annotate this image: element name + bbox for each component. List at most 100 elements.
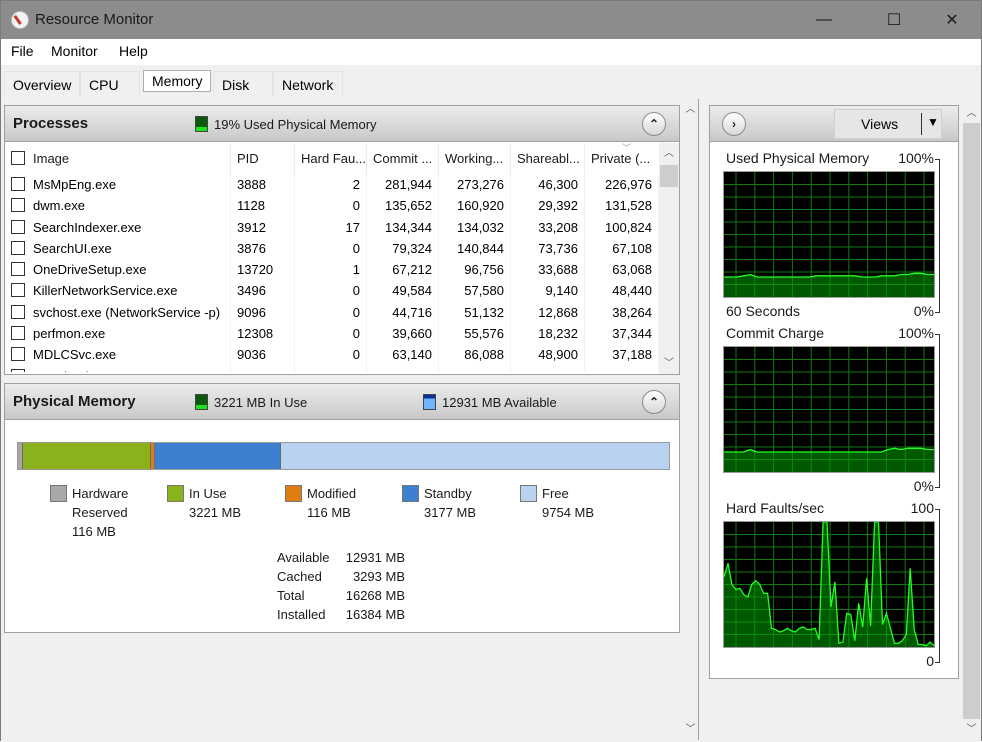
summary-label: Available xyxy=(277,548,337,567)
process-hard-faults: 0 xyxy=(295,323,367,344)
left-pane-scroll-down-icon[interactable]: ﹀ xyxy=(683,721,698,738)
table-row[interactable]: MDLCSvc.exe9036063,14086,08848,90037,188 xyxy=(5,344,659,365)
right-pane-scroll-up-icon[interactable]: ︿ xyxy=(962,105,981,122)
process-private: 63,068 xyxy=(585,259,659,280)
summary-value: 12931 MB xyxy=(337,548,405,567)
legend-swatch xyxy=(285,485,302,502)
column-shareable[interactable]: Shareabl... xyxy=(511,143,585,174)
tab-cpu[interactable]: CPU xyxy=(80,71,140,97)
legend-label: Free xyxy=(542,484,594,503)
process-checkbox[interactable] xyxy=(11,177,25,191)
used-physical-memory-text: 19% Used Physical Memory xyxy=(214,117,377,132)
right-pane-scroll-down-icon[interactable]: ﹀ xyxy=(962,721,981,738)
scroll-down-arrow-icon[interactable]: ﹀ xyxy=(659,355,679,372)
process-image: OneDriveSetup.exe xyxy=(5,259,231,280)
column-working-set[interactable]: Working... xyxy=(439,143,511,174)
table-row[interactable]: perfmon.exe12308039,66055,57618,23237,34… xyxy=(5,323,659,344)
menu-help[interactable]: Help xyxy=(119,43,148,59)
process-private: 37,188 xyxy=(585,344,659,365)
legend-value: 116 MB xyxy=(72,522,128,541)
collapse-graphs-button[interactable]: › xyxy=(722,112,746,136)
process-checkbox[interactable] xyxy=(11,198,25,212)
process-working-set: 59,252 xyxy=(439,366,511,372)
process-private: 100,824 xyxy=(585,217,659,238)
process-image: svchost.exe (NetworkService -p) xyxy=(5,302,231,323)
process-image: KillerNetworkService.exe xyxy=(5,280,231,301)
process-hard-faults: 0 xyxy=(295,195,367,216)
table-row[interactable]: MsMpEng.exe38882281,944273,27646,300226,… xyxy=(5,174,659,195)
column-hard-faults[interactable]: Hard Fau... xyxy=(295,143,367,174)
process-checkbox[interactable] xyxy=(11,347,25,361)
table-row[interactable]: OneDriveSetup.exe13720167,21296,75633,68… xyxy=(5,259,659,280)
process-working-set: 273,276 xyxy=(439,174,511,195)
available-icon xyxy=(423,394,436,410)
table-row[interactable]: SearchIndexer.exe391217134,344134,03233,… xyxy=(5,217,659,238)
hard-faults-sec-graph-min: 0 xyxy=(926,653,934,669)
process-checkbox[interactable] xyxy=(11,326,25,340)
process-pid: 3496 xyxy=(231,280,295,301)
column-commit[interactable]: Commit ... xyxy=(367,143,439,174)
table-row[interactable]: SearchUI.exe3876079,324140,84473,73667,1… xyxy=(5,238,659,259)
scroll-up-arrow-icon[interactable]: ︿ xyxy=(659,145,679,162)
process-working-set: 160,920 xyxy=(439,195,511,216)
process-pid: 3876 xyxy=(231,238,295,259)
select-all-checkbox[interactable] xyxy=(11,151,25,165)
column-private[interactable]: ﹀Private (... xyxy=(585,143,659,174)
process-image: nextcloud.exe xyxy=(5,366,231,372)
tab-disk[interactable]: Disk xyxy=(213,71,273,97)
menu-monitor[interactable]: Monitor xyxy=(51,43,98,59)
graph-scale-bracket xyxy=(935,509,940,663)
tab-overview[interactable]: Overview xyxy=(4,71,80,97)
views-dropdown[interactable]: Views ▼ xyxy=(834,109,942,139)
processes-header[interactable]: Processes 19% Used Physical Memory ⌃ xyxy=(5,106,679,142)
menu-file[interactable]: File xyxy=(11,43,34,59)
tab-network[interactable]: Network xyxy=(273,71,343,97)
legend-swatch xyxy=(520,485,537,502)
summary-label: Installed xyxy=(277,605,337,624)
tab-memory[interactable]: Memory xyxy=(143,70,211,92)
process-commit: 39,660 xyxy=(367,323,439,344)
process-checkbox[interactable] xyxy=(11,262,25,276)
process-commit: 135,652 xyxy=(367,195,439,216)
process-checkbox[interactable] xyxy=(11,283,25,297)
process-hard-faults: 0 xyxy=(295,366,367,372)
legend-label: In Use xyxy=(189,484,241,503)
process-working-set: 96,756 xyxy=(439,259,511,280)
physical-memory-header[interactable]: Physical Memory 3221 MB In Use 12931 MB … xyxy=(5,384,679,420)
column-pid[interactable]: PID xyxy=(231,143,295,174)
summary-row: Installed16384 MB xyxy=(277,605,405,624)
memory-bar-segment-standby xyxy=(155,443,281,469)
process-checkbox[interactable] xyxy=(11,241,25,255)
table-row[interactable]: svchost.exe (NetworkService -p)9096044,7… xyxy=(5,302,659,323)
right-pane-scrollbar[interactable]: ︿ ﹀ xyxy=(962,99,981,740)
process-pid: 9096 xyxy=(231,302,295,323)
close-button[interactable]: ✕ xyxy=(929,1,975,39)
process-commit: 63,140 xyxy=(367,344,439,365)
collapse-processes-button[interactable]: ⌃ xyxy=(642,112,666,136)
process-checkbox[interactable] xyxy=(11,220,25,234)
column-image[interactable]: Image xyxy=(5,143,231,174)
process-private: 48,440 xyxy=(585,280,659,301)
minimize-button[interactable]: — xyxy=(801,1,847,39)
processes-scroll-thumb[interactable] xyxy=(660,165,678,187)
processes-table-header: Image PID Hard Fau... Commit ... Working… xyxy=(5,143,659,174)
process-private: 38,264 xyxy=(585,302,659,323)
collapse-physical-memory-button[interactable]: ⌃ xyxy=(642,390,666,414)
left-pane-scroll-up-icon[interactable]: ︿ xyxy=(683,101,698,118)
resource-monitor-app-icon xyxy=(11,11,29,29)
table-row[interactable]: dwm.exe11280135,652160,92029,392131,528 xyxy=(5,195,659,216)
legend-swatch xyxy=(50,485,67,502)
used-physical-memory-graph-min: 0% xyxy=(914,303,934,319)
maximize-button[interactable]: ☐ xyxy=(871,1,917,39)
processes-scrollbar[interactable]: ︿ ﹀ xyxy=(659,143,679,374)
table-row[interactable]: KillerNetworkService.exe3496049,58457,58… xyxy=(5,280,659,301)
right-pane-scroll-thumb[interactable] xyxy=(963,123,980,719)
left-pane-scrollbar[interactable]: ︿ ﹀ xyxy=(683,99,699,740)
legend-value: Reserved xyxy=(72,503,128,522)
menu-bar: File Monitor Help xyxy=(1,39,981,65)
process-checkbox[interactable] xyxy=(11,305,25,319)
used-physical-memory-graph-timespan: 60 Seconds xyxy=(726,303,800,319)
process-hard-faults: 0 xyxy=(295,238,367,259)
process-checkbox[interactable] xyxy=(11,369,25,372)
table-row[interactable]: nextcloud.exe11072073,59659,25223,80835,… xyxy=(5,366,659,372)
